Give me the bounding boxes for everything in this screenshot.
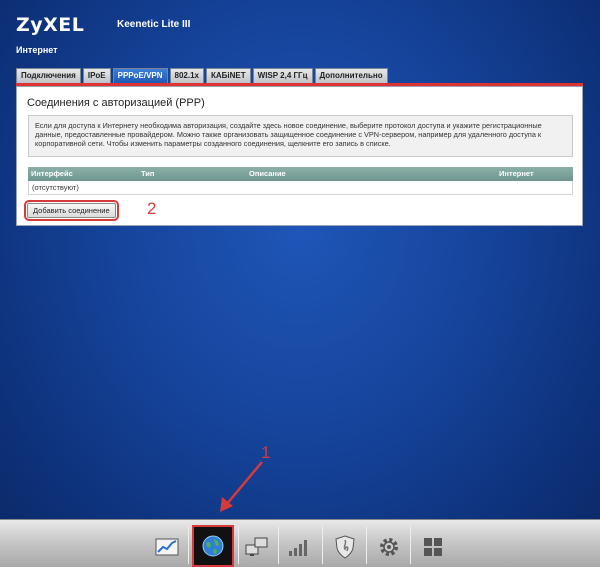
tab-pppoe-vpn[interactable]: PPPoE/VPN — [112, 68, 168, 83]
nav-separator — [366, 526, 367, 564]
signal-bars-icon — [289, 540, 307, 556]
info-box: Если для доступа к Интернету необходима … — [28, 115, 573, 157]
table-header: Интерфейс Тип Описание Интернет — [28, 167, 573, 181]
column-header-type[interactable]: Тип — [141, 167, 249, 181]
column-header-internet[interactable]: Интернет — [499, 167, 573, 181]
security-button[interactable] — [326, 528, 364, 566]
annotation-marker-2: 2 — [147, 199, 157, 218]
column-header-description[interactable]: Описание — [249, 167, 499, 181]
section-title: Интернет — [16, 45, 58, 55]
home-network-button[interactable] — [238, 528, 276, 566]
internet-button[interactable] — [192, 525, 234, 567]
apps-grid-icon — [424, 538, 442, 556]
header: ZyXEL Keenetic Lite III Интернет — [0, 0, 600, 64]
nav-separator — [278, 526, 279, 564]
nav-separator — [410, 526, 411, 564]
brand-logo: ZyXEL — [16, 14, 85, 36]
tab-ipoe[interactable]: IPoE — [82, 68, 111, 83]
apps-button[interactable] — [414, 528, 452, 566]
shield-icon — [335, 535, 355, 559]
chart-icon — [155, 538, 179, 556]
panel-title: Соединения с авторизацией (PPP) — [27, 97, 205, 109]
column-header-interface[interactable]: Интерфейс — [28, 167, 141, 181]
network-icon — [245, 537, 268, 556]
nav-separator — [322, 526, 323, 564]
globe-icon — [202, 535, 224, 557]
tab-advanced[interactable]: Дополнительно — [314, 68, 388, 83]
tab-bar: Подключения IPoE PPPoE/VPN 802.1x КАБiNE… — [16, 68, 390, 84]
table-row-empty: (отсутствуют) — [28, 181, 573, 195]
tab-wisp[interactable]: WISP 2,4 ГГц — [252, 68, 313, 83]
annotation-marker-1: 1 — [261, 443, 271, 462]
model-name: Keenetic Lite III — [117, 19, 191, 30]
ppp-connections-panel: Соединения с авторизацией (PPP) Если для… — [16, 86, 583, 226]
bottom-nav-bar — [0, 519, 600, 567]
gear-icon — [380, 538, 398, 556]
monitor-button[interactable] — [148, 528, 186, 566]
connections-table: Интерфейс Тип Описание Интернет (отсутст… — [28, 167, 573, 195]
tab-kabinet[interactable]: КАБiNET — [206, 68, 251, 83]
add-connection-button[interactable]: Добавить соединение — [24, 200, 119, 221]
nav-separator — [188, 526, 189, 564]
wifi-button[interactable] — [280, 528, 318, 566]
tab-8021x[interactable]: 802.1x — [169, 68, 204, 83]
tab-connections[interactable]: Подключения — [16, 68, 81, 83]
system-button[interactable] — [370, 528, 408, 566]
